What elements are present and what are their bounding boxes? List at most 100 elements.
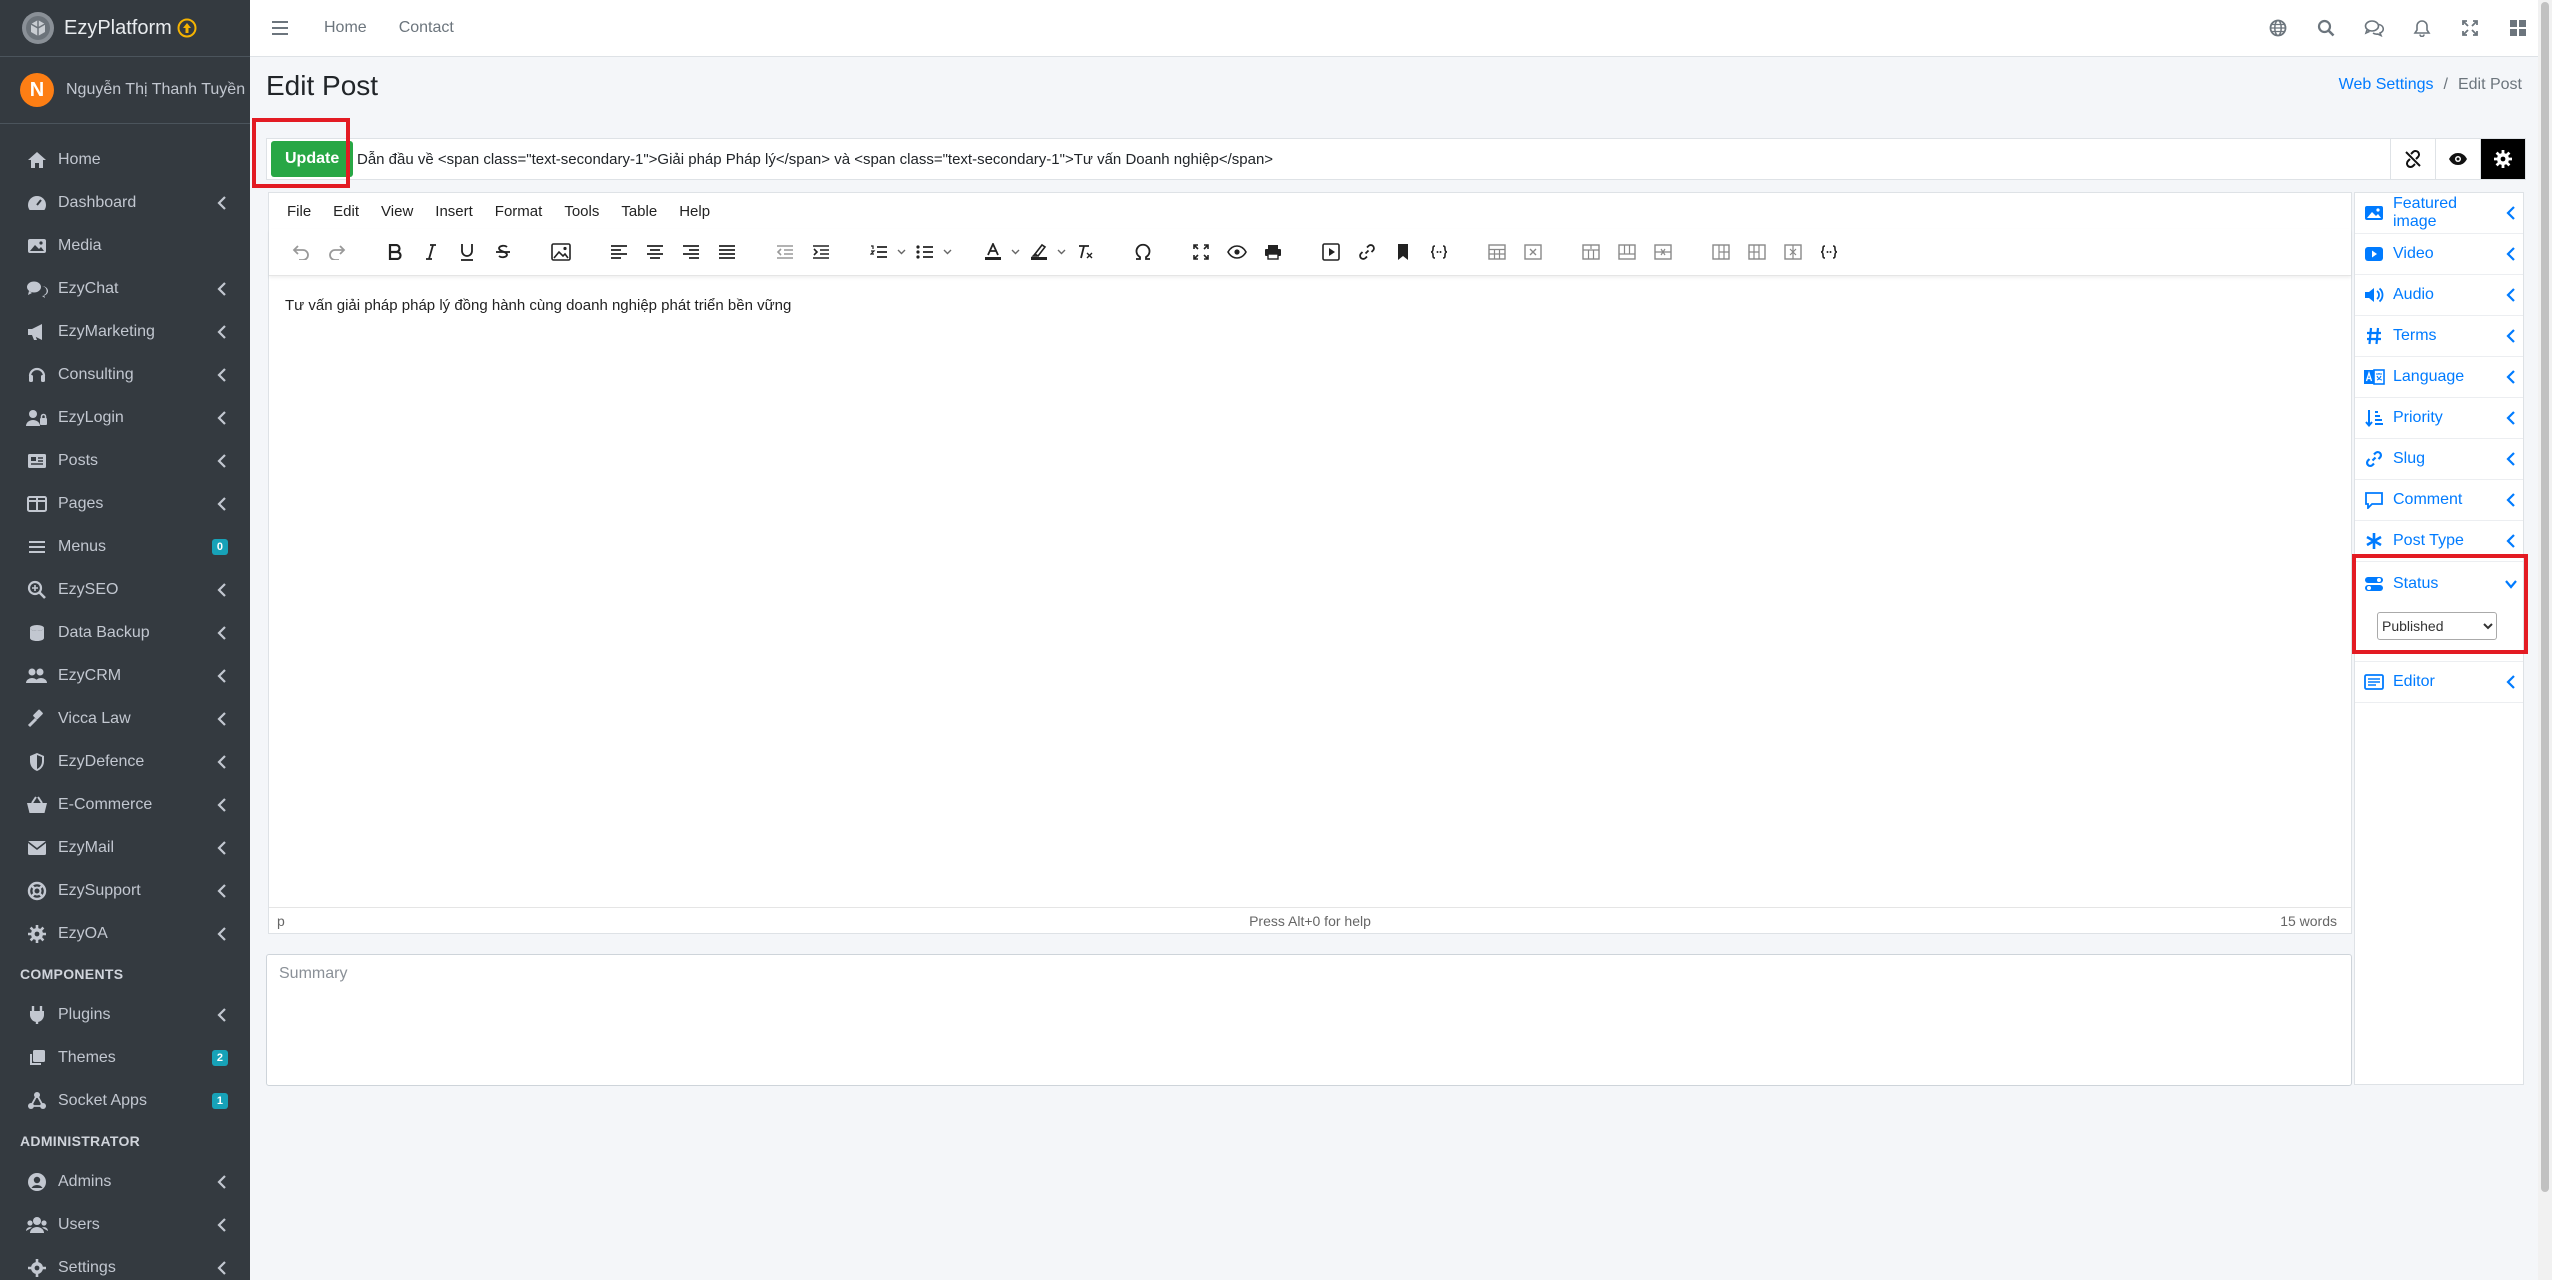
sidebar-item-posts[interactable]: Posts [0, 439, 250, 482]
sidebar-item-media[interactable]: Media [0, 224, 250, 267]
panel-item-language[interactable]: Language [2355, 357, 2523, 398]
delete-table-icon[interactable] [1515, 234, 1551, 270]
insert-column-after-icon[interactable] [1739, 234, 1775, 270]
menu-file[interactable]: File [287, 203, 311, 220]
sidebar-item-socket-apps[interactable]: Socket Apps 1 [0, 1079, 250, 1122]
menu-help[interactable]: Help [679, 203, 710, 220]
sidebar-item-plugins[interactable]: Plugins [0, 993, 250, 1036]
redo-icon[interactable] [319, 234, 355, 270]
editor-content[interactable]: Tư vấn giải pháp pháp lý đồng hành cùng … [285, 297, 791, 314]
bold-icon[interactable] [377, 234, 413, 270]
insert-column-before-icon[interactable] [1703, 234, 1739, 270]
sidebar-item-consulting[interactable]: Consulting [0, 353, 250, 396]
panel-item-priority[interactable]: Priority [2355, 398, 2523, 439]
upgrade-icon[interactable] [177, 18, 197, 38]
sidebar-item-ezychat[interactable]: EzyChat [0, 267, 250, 310]
messages-icon[interactable] [2350, 0, 2398, 56]
sidebar-item-users[interactable]: Users [0, 1203, 250, 1246]
chevron-down-icon[interactable] [1057, 234, 1067, 270]
panel-item-video[interactable]: Video [2355, 234, 2523, 275]
highlight-color-icon[interactable] [1021, 234, 1057, 270]
chevron-down-icon[interactable] [943, 234, 953, 270]
special-character-icon[interactable] [1125, 234, 1161, 270]
menu-tools[interactable]: Tools [564, 203, 599, 220]
sidebar-item-dashboard[interactable]: Dashboard [0, 181, 250, 224]
strikethrough-icon[interactable] [485, 234, 521, 270]
post-title-input[interactable] [351, 139, 2163, 179]
menu-insert[interactable]: Insert [435, 203, 473, 220]
sidebar-item-ezysupport[interactable]: EzySupport [0, 869, 250, 912]
eye-icon[interactable] [2435, 139, 2480, 179]
menu-format[interactable]: Format [495, 203, 543, 220]
numbered-list-icon[interactable] [861, 234, 897, 270]
align-justify-icon[interactable] [709, 234, 745, 270]
sidebar-item-e-commerce[interactable]: E-Commerce [0, 783, 250, 826]
table-icon[interactable] [1479, 234, 1515, 270]
panel-item-comment[interactable]: Comment [2355, 480, 2523, 521]
bullet-list-icon[interactable] [907, 234, 943, 270]
italic-icon[interactable] [413, 234, 449, 270]
menu-table[interactable]: Table [621, 203, 657, 220]
nav-link-contact[interactable]: Contact [399, 19, 454, 37]
clear-formatting-icon[interactable] [1067, 234, 1103, 270]
user-panel[interactable]: N Nguyễn Thị Thanh Tuyền [0, 57, 250, 124]
breadcrumb-web-settings[interactable]: Web Settings [2339, 76, 2434, 94]
menu-edit[interactable]: Edit [333, 203, 359, 220]
sidebar-item-ezyseo[interactable]: EzySEO [0, 568, 250, 611]
align-right-icon[interactable] [673, 234, 709, 270]
summary-textarea[interactable] [266, 954, 2352, 1086]
sidebar-item-ezymarketing[interactable]: EzyMarketing [0, 310, 250, 353]
bell-icon[interactable] [2398, 0, 2446, 56]
panel-item-slug[interactable]: Slug [2355, 439, 2523, 480]
search-icon[interactable] [2302, 0, 2350, 56]
chevron-down-icon[interactable] [1011, 234, 1021, 270]
sidebar-item-home[interactable]: Home [0, 138, 250, 181]
element-path[interactable]: p [277, 913, 285, 929]
menu-toggle-icon[interactable] [260, 0, 300, 56]
panel-item-terms[interactable]: Terms [2355, 316, 2523, 357]
menu-view[interactable]: View [381, 203, 413, 220]
code-sample-icon[interactable] [1811, 234, 1847, 270]
sidebar-item-admins[interactable]: Admins [0, 1160, 250, 1203]
insert-row-before-icon[interactable] [1573, 234, 1609, 270]
gear-icon[interactable] [2480, 139, 2525, 179]
unlink-icon[interactable] [2390, 139, 2435, 179]
delete-row-icon[interactable] [1645, 234, 1681, 270]
sidebar-item-menus[interactable]: Menus 0 [0, 525, 250, 568]
sidebar-item-ezyoa[interactable]: EzyOA [0, 912, 250, 955]
word-count[interactable]: 15 words [2280, 913, 2337, 929]
delete-column-icon[interactable] [1775, 234, 1811, 270]
align-left-icon[interactable] [601, 234, 637, 270]
sidebar-item-data-backup[interactable]: Data Backup [0, 611, 250, 654]
sidebar-item-vicca-law[interactable]: Vicca Law [0, 697, 250, 740]
sidebar-item-settings[interactable]: Settings [0, 1246, 250, 1280]
underline-icon[interactable] [449, 234, 485, 270]
fullscreen-editor-icon[interactable] [1183, 234, 1219, 270]
text-color-icon[interactable] [975, 234, 1011, 270]
bookmark-icon[interactable] [1385, 234, 1421, 270]
brand-link[interactable]: EzyPlatform [0, 0, 250, 57]
link-icon[interactable] [1349, 234, 1385, 270]
insert-image-icon[interactable] [543, 234, 579, 270]
chevron-down-icon[interactable] [897, 234, 907, 270]
preview-icon[interactable] [1219, 234, 1255, 270]
print-icon[interactable] [1255, 234, 1291, 270]
outdent-icon[interactable] [767, 234, 803, 270]
sidebar-item-ezydefence[interactable]: EzyDefence [0, 740, 250, 783]
align-center-icon[interactable] [637, 234, 673, 270]
source-code-icon[interactable] [1421, 234, 1457, 270]
sidebar-item-ezycrm[interactable]: EzyCRM [0, 654, 250, 697]
sidebar-item-ezylogin[interactable]: EzyLogin [0, 396, 250, 439]
indent-icon[interactable] [803, 234, 839, 270]
insert-media-icon[interactable] [1313, 234, 1349, 270]
sidebar-item-themes[interactable]: Themes 2 [0, 1036, 250, 1079]
fullscreen-icon[interactable] [2446, 0, 2494, 56]
panel-item-featured-image[interactable]: Featured image [2355, 193, 2523, 234]
nav-link-home[interactable]: Home [324, 19, 367, 37]
scrollbar-thumb[interactable] [2541, 2, 2549, 1192]
page-scrollbar[interactable] [2538, 0, 2552, 1280]
sidebar-item-ezymail[interactable]: EzyMail [0, 826, 250, 869]
insert-row-after-icon[interactable] [1609, 234, 1645, 270]
panel-item-audio[interactable]: Audio [2355, 275, 2523, 316]
sidebar-item-pages[interactable]: Pages [0, 482, 250, 525]
